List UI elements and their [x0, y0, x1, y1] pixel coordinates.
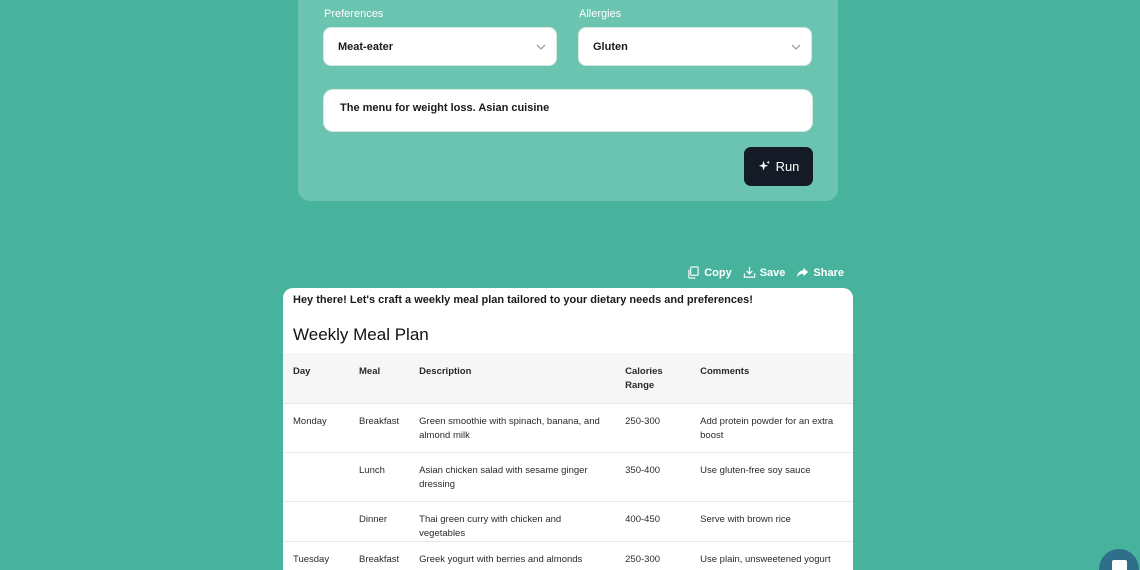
share-label: Share: [813, 266, 844, 279]
prompt-input[interactable]: The menu for weight loss. Asian cuisine: [323, 89, 813, 132]
allergies-label: Allergies: [579, 8, 622, 20]
cell-description: Asian chicken salad with sesame ginger d…: [409, 451, 616, 501]
cell-calories: 350-400: [615, 451, 691, 501]
preferences-select[interactable]: Meat-eater: [323, 27, 557, 66]
run-button[interactable]: Run: [744, 147, 813, 186]
share-button[interactable]: Share: [796, 266, 844, 279]
allergies-select[interactable]: Gluten: [578, 27, 812, 66]
table-row: Tuesday Breakfast Greek yogurt with berr…: [283, 540, 853, 570]
column-header-description: Description: [419, 366, 472, 377]
sparkle-icon: [758, 160, 770, 171]
download-icon: [743, 266, 755, 278]
cell-calories: 250-300: [615, 540, 691, 570]
plan-title: Weekly Meal Plan: [293, 325, 429, 344]
chevron-down-icon: [536, 44, 546, 50]
allergies-value: Gluten: [593, 40, 628, 53]
copy-label: Copy: [704, 266, 732, 279]
result-intro: Hey there! Let's craft a weekly meal pla…: [293, 294, 753, 306]
result-toolbar: Copy Save Share: [687, 266, 844, 279]
chevron-down-icon: [791, 44, 801, 50]
table-row: Dinner Thai green curry with chicken and…: [283, 500, 853, 541]
cell-calories: 250-300: [615, 402, 691, 452]
cell-meal: Breakfast: [349, 540, 410, 570]
cell-meal: Dinner: [349, 500, 410, 541]
copy-button[interactable]: Copy: [687, 266, 732, 279]
cell-calories: 400-450: [615, 500, 691, 541]
chat-icon: [1111, 560, 1127, 570]
table-row: Lunch Asian chicken salad with sesame gi…: [283, 451, 853, 501]
result-card: Hey there! Let's craft a weekly meal pla…: [283, 288, 853, 570]
save-label: Save: [759, 266, 786, 279]
column-header-day: Day: [293, 366, 311, 377]
cell-day: Tuesday: [283, 540, 349, 570]
prompt-text: The menu for weight loss. Asian cuisine: [340, 102, 550, 114]
cell-meal: Lunch: [349, 451, 410, 501]
cell-description: Greek yogurt with berries and almonds: [409, 540, 616, 570]
cell-comments: Serve with brown rice: [690, 500, 853, 541]
meal-plan-table: Day Meal Description Calories Range Comm…: [283, 353, 853, 570]
cell-day: Monday: [283, 402, 349, 452]
column-header-comments: Comments: [700, 366, 750, 377]
preferences-label: Preferences: [324, 8, 384, 20]
table-row: Monday Breakfast Green smoothie with spi…: [283, 402, 853, 452]
save-button[interactable]: Save: [743, 266, 786, 279]
cell-comments: Use gluten-free soy sauce: [690, 451, 853, 501]
cell-comments: Use plain, unsweetened yogurt: [690, 540, 853, 570]
cell-description: Thai green curry with chicken and vegeta…: [409, 500, 616, 541]
cell-comments: Add protein powder for an extra boost: [690, 402, 853, 452]
chat-widget-button[interactable]: [1099, 549, 1139, 570]
cell-meal: Breakfast: [349, 402, 410, 452]
run-label: Run: [775, 159, 800, 174]
column-header-calories: Calories Range: [625, 366, 663, 391]
cell-day: [283, 451, 349, 501]
share-arrow-icon: [797, 267, 809, 278]
column-header-meal: Meal: [359, 366, 381, 377]
copy-icon: [688, 266, 699, 279]
table-header-row: Day Meal Description Calories Range Comm…: [283, 353, 853, 403]
cell-description: Green smoothie with spinach, banana, and…: [409, 402, 616, 452]
preferences-value: Meat-eater: [338, 40, 394, 53]
cell-day: [283, 500, 349, 541]
